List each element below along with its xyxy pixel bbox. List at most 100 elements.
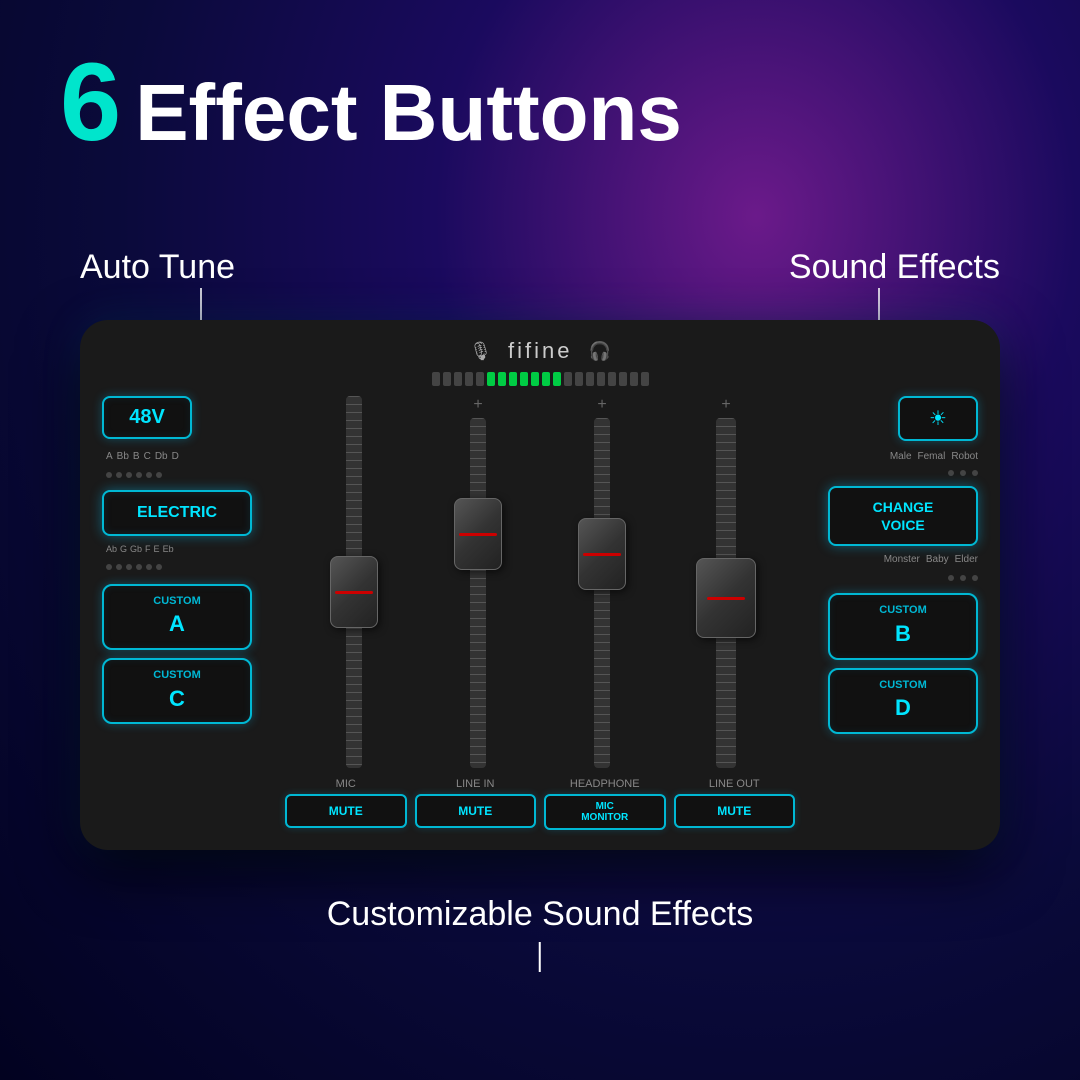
btn-line-out-mute[interactable]: MUTE — [674, 794, 796, 828]
fader-track-1[interactable] — [346, 396, 362, 768]
custom-b-label: CUSTOM — [840, 603, 966, 618]
vu-bar-7 — [498, 372, 506, 386]
mode-labels-bottom: Monster Baby Elder — [884, 554, 978, 565]
title-number: 6 — [60, 48, 121, 158]
btn-line-in-mute[interactable]: MUTE — [415, 794, 537, 828]
btn-change-voice[interactable]: CHANGEVOICE — [828, 486, 978, 546]
note-dot — [156, 472, 162, 478]
custom-c-label: CUSTOM — [114, 668, 240, 683]
fader-plus-3: + — [597, 396, 606, 414]
mode-dot-row-bottom — [948, 575, 978, 581]
custom-b-letter: B — [840, 619, 966, 650]
fader-knob-3[interactable] — [578, 518, 626, 590]
mode-dot — [960, 575, 966, 581]
channel-headphone-label: HEADPHONE — [570, 778, 640, 790]
fader-track-3[interactable] — [594, 418, 610, 768]
faders-area: + + + — [287, 396, 793, 768]
vu-bar-16 — [597, 372, 605, 386]
vu-bar-18 — [619, 372, 627, 386]
note-dot — [126, 564, 132, 570]
vu-bar-11 — [542, 372, 550, 386]
btn-custom-b[interactable]: CUSTOM B — [828, 593, 978, 659]
vu-bar-6 — [487, 372, 495, 386]
channel-line-out-label: LINE OUT — [709, 778, 760, 790]
mode-dot — [972, 575, 978, 581]
note-dot — [146, 472, 152, 478]
vu-bar-4 — [465, 372, 473, 386]
channel-mic: MIC MUTE — [285, 778, 407, 828]
vu-bar-10 — [531, 372, 539, 386]
fader-2: + — [419, 396, 537, 768]
fader-3: + — [543, 396, 661, 768]
headphone-icon: 🎧 — [588, 341, 610, 362]
vu-bar-14 — [575, 372, 583, 386]
channel-line-in-label: LINE IN — [456, 778, 495, 790]
vu-bar-12 — [553, 372, 561, 386]
right-panel: ☀ Male Femal Robot CHANGEVOICE — [803, 396, 978, 768]
btn-custom-a[interactable]: CUSTOM A — [102, 584, 252, 650]
mode-dot — [960, 470, 966, 476]
mic-icon: 🎙 — [469, 341, 492, 362]
btn-custom-d[interactable]: CUSTOM D — [828, 668, 978, 734]
note-dot — [106, 472, 112, 478]
fader-knob-4[interactable] — [696, 558, 756, 638]
custom-d-letter: D — [840, 693, 966, 724]
channel-line-in: LINE IN MUTE — [415, 778, 537, 828]
btn-mic-mute[interactable]: MUTE — [285, 794, 407, 828]
mode-dot — [948, 575, 954, 581]
channel-mic-label: MIC — [336, 778, 356, 790]
bottom-controls: MIC MUTE LINE IN MUTE HEADPHONE MICMONIT… — [102, 778, 978, 830]
custom-a-label: CUSTOM — [114, 594, 240, 609]
note-labels-bottom: Ab G Gb F E Eb — [102, 544, 277, 554]
note-dot — [126, 472, 132, 478]
note-dot — [116, 472, 122, 478]
vu-bar-19 — [630, 372, 638, 386]
mixer-device: 🎙 fifine 🎧 — [80, 320, 1000, 850]
channel-headphone: HEADPHONE MICMONITOR — [544, 778, 666, 830]
custom-c-letter: C — [114, 684, 240, 715]
btn-custom-c[interactable]: CUSTOM C — [102, 658, 252, 724]
brand-bar: 🎙 fifine 🎧 — [102, 338, 978, 364]
note-dot-row-top — [102, 472, 277, 478]
note-dot — [106, 564, 112, 570]
label-sound-effects: Sound Effects — [789, 248, 1000, 287]
fader-knob-1[interactable] — [330, 556, 378, 628]
channel-line-out: LINE OUT MUTE — [674, 778, 796, 828]
brand-name: fifine — [508, 338, 572, 364]
vu-bar-5 — [476, 372, 484, 386]
custom-d-label: CUSTOM — [840, 678, 966, 693]
vu-bar-8 — [509, 372, 517, 386]
note-labels-top: A Bb B C Db D — [102, 451, 277, 462]
vu-bar-1 — [432, 372, 440, 386]
mode-dot-row-top — [948, 470, 978, 476]
vu-meter — [102, 372, 978, 386]
label-auto-tune: Auto Tune — [80, 248, 235, 287]
fader-track-2[interactable] — [470, 418, 486, 768]
rgb-icon: ☀ — [929, 408, 947, 430]
note-dot — [146, 564, 152, 570]
fader-4: + — [667, 396, 785, 768]
note-dot-row-bottom — [102, 564, 277, 570]
note-dot — [116, 564, 122, 570]
note-dot — [136, 564, 142, 570]
fader-1 — [295, 396, 413, 768]
btn-mic-monitor[interactable]: MICMONITOR — [544, 794, 666, 830]
page: 6 Effect Buttons Auto Tune Sound Effects… — [0, 0, 1080, 1080]
mode-dot — [948, 470, 954, 476]
vu-bar-20 — [641, 372, 649, 386]
btn-48v[interactable]: 48V — [102, 396, 192, 439]
vu-bar-13 — [564, 372, 572, 386]
custom-a-letter: A — [114, 609, 240, 640]
fader-knob-2[interactable] — [454, 498, 502, 570]
vu-bar-17 — [608, 372, 616, 386]
note-dot — [136, 472, 142, 478]
left-panel: 48V A Bb B C Db D — [102, 396, 277, 768]
btn-electric[interactable]: ELECTRIC — [102, 490, 252, 536]
fader-track-4[interactable] — [716, 418, 736, 768]
vu-bar-2 — [443, 372, 451, 386]
mode-labels-top: Male Femal Robot — [890, 451, 978, 462]
title-area: 6 Effect Buttons — [60, 48, 682, 158]
vu-bar-9 — [520, 372, 528, 386]
btn-rgb[interactable]: ☀ — [898, 396, 978, 441]
vu-bar-15 — [586, 372, 594, 386]
